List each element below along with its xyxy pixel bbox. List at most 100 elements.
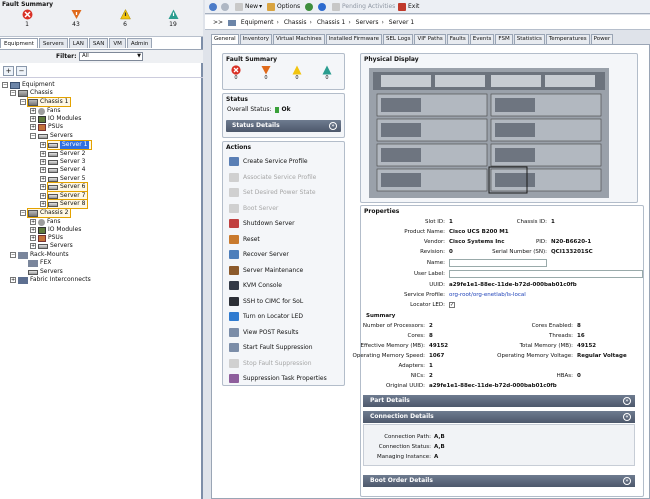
expand-toggle[interactable]: + (30, 219, 36, 225)
tab-virtual-machines[interactable]: Virtual Machines (272, 34, 325, 44)
tree-node-fans[interactable]: + Fans (30, 107, 61, 115)
server-minor[interactable]: 0 (292, 65, 302, 81)
tree-node-psus[interactable]: + PSUs (30, 123, 63, 131)
tree-node-fex[interactable]: FEX (28, 259, 51, 267)
server-warning[interactable]: 0 (322, 65, 332, 81)
expand-toggle[interactable]: + (40, 201, 46, 207)
tree-node-servers-2[interactable]: + Servers (30, 242, 73, 250)
tree-node-chassis-2[interactable]: − Chassis 2 (20, 208, 72, 218)
action-start-fault-suppression[interactable]: Start Fault Suppression (229, 342, 313, 353)
tree-node-fabric-interconnects[interactable]: + Fabric Interconnects (10, 276, 91, 284)
tree-node-server-3[interactable]: + Server 3 (40, 158, 85, 166)
locator-led-checkbox[interactable]: ✓ (449, 302, 455, 308)
breadcrumb-chassis[interactable]: Chassis (284, 19, 307, 26)
tree-node-chassis-1[interactable]: − Chassis 1 (20, 97, 72, 107)
options-button[interactable]: Options (267, 2, 300, 12)
action-kvm-console[interactable]: KVM Console (229, 280, 282, 291)
nav-tab-servers[interactable]: Servers (38, 38, 68, 48)
collapse-toggle[interactable]: − (20, 99, 26, 105)
tree-node-equipment[interactable]: − Equipment (2, 81, 55, 89)
collapse-all-button[interactable]: − (16, 66, 27, 76)
action-create-service-profile[interactable]: Create Service Profile (229, 156, 308, 167)
tab-events[interactable]: Events (469, 34, 495, 44)
action-stop-fault-suppression[interactable]: Stop Fault Suppression (229, 358, 312, 369)
forward-button[interactable] (221, 2, 231, 12)
action-ssh-to-cimc-for-sol[interactable]: SSH to CIMC for SoL (229, 296, 303, 307)
expand-toggle[interactable]: + (40, 176, 46, 182)
action-boot-server[interactable]: Boot Server (229, 203, 278, 214)
expand-toggle[interactable]: + (40, 159, 46, 165)
expand-toggle[interactable]: + (40, 167, 46, 173)
back-button[interactable] (209, 2, 219, 12)
tree-node-rack-servers[interactable]: Servers (28, 268, 63, 276)
critical-fault-count[interactable]: 1 (12, 9, 42, 28)
nav-tab-equipment[interactable]: Equipment (0, 38, 38, 48)
tab-faults[interactable]: Faults (446, 34, 469, 44)
expand-toggle[interactable]: + (40, 193, 46, 199)
action-recover-server[interactable]: Recover Server (229, 249, 289, 260)
breadcrumb-chassis-1[interactable]: Chassis 1 (317, 19, 345, 26)
breadcrumb-servers[interactable]: Servers (356, 19, 379, 26)
connection-details-bar[interactable]: Connection Details « (363, 411, 635, 423)
expand-toggle[interactable]: + (30, 227, 36, 233)
user-label-input[interactable] (449, 270, 643, 278)
nav-tab-admin[interactable]: Admin (126, 38, 153, 48)
tab-vif-paths[interactable]: VIF Paths (414, 34, 446, 44)
action-shutdown-server[interactable]: Shutdown Server (229, 218, 295, 229)
tree-node-io-modules[interactable]: + IO Modules (30, 115, 81, 123)
expand-toggle[interactable]: + (40, 142, 46, 148)
new-button[interactable]: New ▾ (235, 2, 262, 12)
expand-toggle[interactable]: + (40, 151, 46, 157)
tab-fsm[interactable]: FSM (495, 34, 513, 44)
expand-toggle[interactable]: + (30, 235, 36, 241)
expand-toggle[interactable]: + (30, 108, 36, 114)
collapse-toggle[interactable]: − (30, 133, 36, 139)
tree-node-server-8[interactable]: + Server 8 (40, 199, 89, 209)
minor-fault-count[interactable]: 6 (110, 9, 140, 28)
tab-temperatures[interactable]: Temperatures (545, 34, 590, 44)
expand-toggle[interactable]: + (30, 243, 36, 249)
server-critical[interactable]: 0 (231, 65, 241, 81)
tree-node-psus-2[interactable]: + PSUs (30, 234, 63, 242)
collapse-toggle[interactable]: − (10, 252, 16, 258)
warning-fault-count[interactable]: 19 (158, 9, 188, 28)
exit-button[interactable]: Exit (398, 2, 419, 12)
nav-tab-san[interactable]: SAN (88, 38, 109, 48)
tree-node-rack-mounts[interactable]: − Rack-Mounts (10, 251, 69, 259)
help-button[interactable] (305, 2, 315, 12)
expand-toggle[interactable]: + (10, 277, 16, 283)
action-server-maintenance[interactable]: Server Maintenance (229, 265, 303, 276)
info-button[interactable] (318, 2, 328, 12)
tab-power[interactable]: Power (590, 34, 614, 44)
collapse-toggle[interactable]: − (10, 90, 16, 96)
expand-toggle[interactable]: + (40, 184, 46, 190)
tree-node-fans-2[interactable]: + Fans (30, 218, 61, 226)
tree-node-server-6[interactable]: + Server 6 (40, 182, 89, 192)
action-view-post-results[interactable]: View POST Results (229, 327, 299, 338)
action-turn-on-locator-led[interactable]: Turn on Locator LED (229, 311, 303, 322)
tree-node-servers[interactable]: − Servers (30, 132, 73, 140)
action-reset[interactable]: Reset (229, 234, 260, 245)
status-details-bar[interactable]: Status Details » (226, 120, 341, 132)
major-fault-count[interactable]: 43 (61, 9, 91, 28)
tree-node-server-5[interactable]: + Server 5 (40, 175, 85, 183)
tab-installed-firmware[interactable]: Installed Firmware (325, 34, 382, 44)
filter-select[interactable]: All ▼ (79, 52, 143, 61)
tree-node-chassis[interactable]: − Chassis (10, 89, 53, 97)
boot-order-bar[interactable]: Boot Order Details » (363, 475, 635, 487)
tree-node-server-1[interactable]: + Server 1 (40, 140, 93, 150)
collapse-toggle[interactable]: − (2, 82, 8, 88)
collapse-toggle[interactable]: − (20, 210, 26, 216)
nav-tab-lan[interactable]: LAN (68, 38, 88, 48)
server-major[interactable]: 0 (261, 65, 271, 81)
nav-tab-vm[interactable]: VM (109, 38, 126, 48)
tree-node-server-4[interactable]: + Server 4 (40, 166, 85, 174)
breadcrumb-server-1[interactable]: Server 1 (389, 19, 414, 26)
tree-node-server-7[interactable]: + Server 7 (40, 191, 89, 201)
action-set-desired-power-state[interactable]: Set Desired Power State (229, 187, 316, 198)
breadcrumb-equipment[interactable]: Equipment (241, 19, 274, 26)
tab-statistics[interactable]: Statistics (513, 34, 545, 44)
tab-general[interactable]: General (211, 34, 239, 44)
expand-toggle[interactable]: + (30, 124, 36, 130)
tree-node-server-2[interactable]: + Server 2 (40, 150, 85, 158)
